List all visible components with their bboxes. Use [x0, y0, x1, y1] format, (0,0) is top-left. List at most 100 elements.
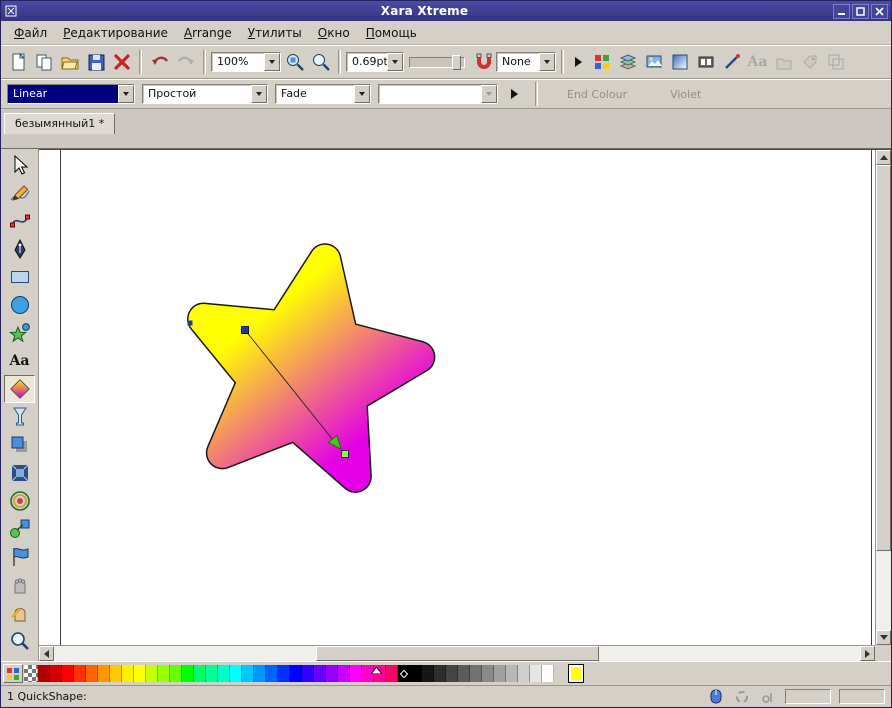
- copy-button[interactable]: [31, 50, 56, 75]
- vertical-scroll-thumb[interactable]: [876, 165, 891, 551]
- tool-shadow[interactable]: [4, 431, 35, 459]
- palette-swatch[interactable]: [434, 665, 446, 682]
- tool-shape-editor[interactable]: [4, 207, 35, 235]
- minimize-button[interactable]: [833, 4, 850, 19]
- palette-swatch[interactable]: [386, 665, 398, 682]
- snap-magnet-button[interactable]: [470, 50, 495, 75]
- palette-swatch[interactable]: [314, 665, 326, 682]
- line-gallery-button[interactable]: [719, 50, 744, 75]
- slider-handle[interactable]: [452, 55, 461, 70]
- feather-slider[interactable]: [409, 57, 465, 68]
- palette-swatch[interactable]: [194, 665, 206, 682]
- palette-swatch[interactable]: [410, 665, 422, 682]
- palette-swatch[interactable]: [494, 665, 506, 682]
- palette-swatch[interactable]: [182, 665, 194, 682]
- fill-handle-combo[interactable]: [378, 84, 498, 104]
- tool-freehand[interactable]: [4, 179, 35, 207]
- feather-combo[interactable]: None: [496, 52, 556, 72]
- palette-swatch[interactable]: [530, 665, 542, 682]
- palette-swatch[interactable]: [134, 665, 146, 682]
- menu-item[interactable]: Файл: [6, 23, 55, 43]
- palette-swatch[interactable]: [74, 665, 86, 682]
- palette-swatch[interactable]: [62, 665, 74, 682]
- palette-swatch[interactable]: [242, 665, 254, 682]
- palette-swatch[interactable]: [338, 665, 350, 682]
- selection-handle[interactable]: [188, 321, 193, 326]
- tool-quickshape[interactable]: [4, 319, 35, 347]
- tool-blend[interactable]: [4, 515, 35, 543]
- chevron-down-icon[interactable]: [251, 85, 267, 103]
- color-gallery-button[interactable]: [589, 50, 614, 75]
- palette-swatch[interactable]: [458, 665, 470, 682]
- drawing-layer[interactable]: [39, 150, 859, 646]
- tool-push[interactable]: [4, 599, 35, 627]
- zoom-tool-button[interactable]: [308, 50, 333, 75]
- fill-start-handle[interactable]: [242, 327, 249, 334]
- menu-item[interactable]: Помощь: [358, 23, 425, 43]
- fill-gallery-button[interactable]: [667, 50, 692, 75]
- palette-swatch[interactable]: [254, 665, 266, 682]
- palette-swatch[interactable]: [482, 665, 494, 682]
- tool-contour[interactable]: [4, 487, 35, 515]
- fill-end-handle[interactable]: [342, 451, 349, 458]
- tool-selector[interactable]: [4, 151, 35, 179]
- current-fill-swatch[interactable]: [568, 664, 584, 683]
- fill-effect-combo[interactable]: Fade: [275, 84, 371, 104]
- tool-mould[interactable]: [4, 543, 35, 571]
- tool-bevel[interactable]: [4, 459, 35, 487]
- colour-gallery-button[interactable]: [3, 664, 23, 683]
- vertical-scrollbar[interactable]: [875, 150, 891, 645]
- palette-swatch[interactable]: [98, 665, 110, 682]
- clipart-gallery-button[interactable]: [771, 50, 796, 75]
- palette-swatch[interactable]: [122, 665, 134, 682]
- scroll-left-button[interactable]: [39, 646, 54, 661]
- delete-button[interactable]: [109, 50, 134, 75]
- fill-type-combo[interactable]: Linear: [7, 84, 135, 104]
- close-button[interactable]: [871, 4, 888, 19]
- chevron-down-icon[interactable]: [387, 53, 403, 71]
- previous-zoom-button[interactable]: [282, 50, 307, 75]
- menu-item[interactable]: Arrange: [176, 23, 240, 43]
- menu-item[interactable]: Окно: [310, 23, 358, 43]
- layer-gallery-button[interactable]: [615, 50, 640, 75]
- tool-fill[interactable]: [4, 375, 35, 403]
- menu-item[interactable]: Редактирование: [55, 23, 176, 43]
- canvas[interactable]: [39, 149, 891, 661]
- fill-bar-advance-arrow-icon[interactable]: [511, 89, 518, 99]
- palette-swatch[interactable]: [518, 665, 530, 682]
- tool-transparency[interactable]: [4, 403, 35, 431]
- document-tab[interactable]: безымянный1 *: [4, 113, 115, 134]
- chevron-down-icon[interactable]: [118, 85, 134, 103]
- open-button[interactable]: [57, 50, 82, 75]
- chevron-down-icon[interactable]: [264, 53, 280, 71]
- scroll-up-button[interactable]: [876, 150, 891, 165]
- chevron-down-icon[interactable]: [354, 85, 370, 103]
- palette-swatch[interactable]: [218, 665, 230, 682]
- palette-swatch[interactable]: [470, 665, 482, 682]
- tool-live-effects[interactable]: [4, 571, 35, 599]
- horizontal-scrollbar[interactable]: [39, 645, 875, 661]
- horizontal-scroll-thumb[interactable]: [316, 646, 599, 661]
- name-gallery-button[interactable]: [797, 50, 822, 75]
- animation-gallery-button[interactable]: [823, 50, 848, 75]
- tool-text[interactable]: Aa: [4, 347, 35, 375]
- tool-rectangle[interactable]: [4, 263, 35, 291]
- mouse-indicator-icon[interactable]: [707, 689, 725, 705]
- palette-marker-swatch[interactable]: [398, 665, 410, 682]
- fill-profile-combo[interactable]: Простой: [142, 84, 268, 104]
- palette-swatch[interactable]: [326, 665, 338, 682]
- save-button[interactable]: [83, 50, 108, 75]
- menu-item[interactable]: Утилиты: [240, 23, 310, 43]
- palette-swatch[interactable]: [38, 665, 50, 682]
- tool-zoom[interactable]: [4, 627, 35, 655]
- scroll-right-button[interactable]: [860, 646, 875, 661]
- new-document-button[interactable]: [5, 50, 30, 75]
- redo-button[interactable]: [173, 50, 198, 75]
- line-width-combo[interactable]: 0.69pt: [346, 52, 404, 72]
- palette-swatch[interactable]: [350, 665, 362, 682]
- chevron-down-icon[interactable]: [539, 53, 555, 71]
- palette-swatch[interactable]: [302, 665, 314, 682]
- maximize-button[interactable]: [852, 4, 869, 19]
- palette-swatch[interactable]: [506, 665, 518, 682]
- palette-swatch[interactable]: [542, 665, 554, 682]
